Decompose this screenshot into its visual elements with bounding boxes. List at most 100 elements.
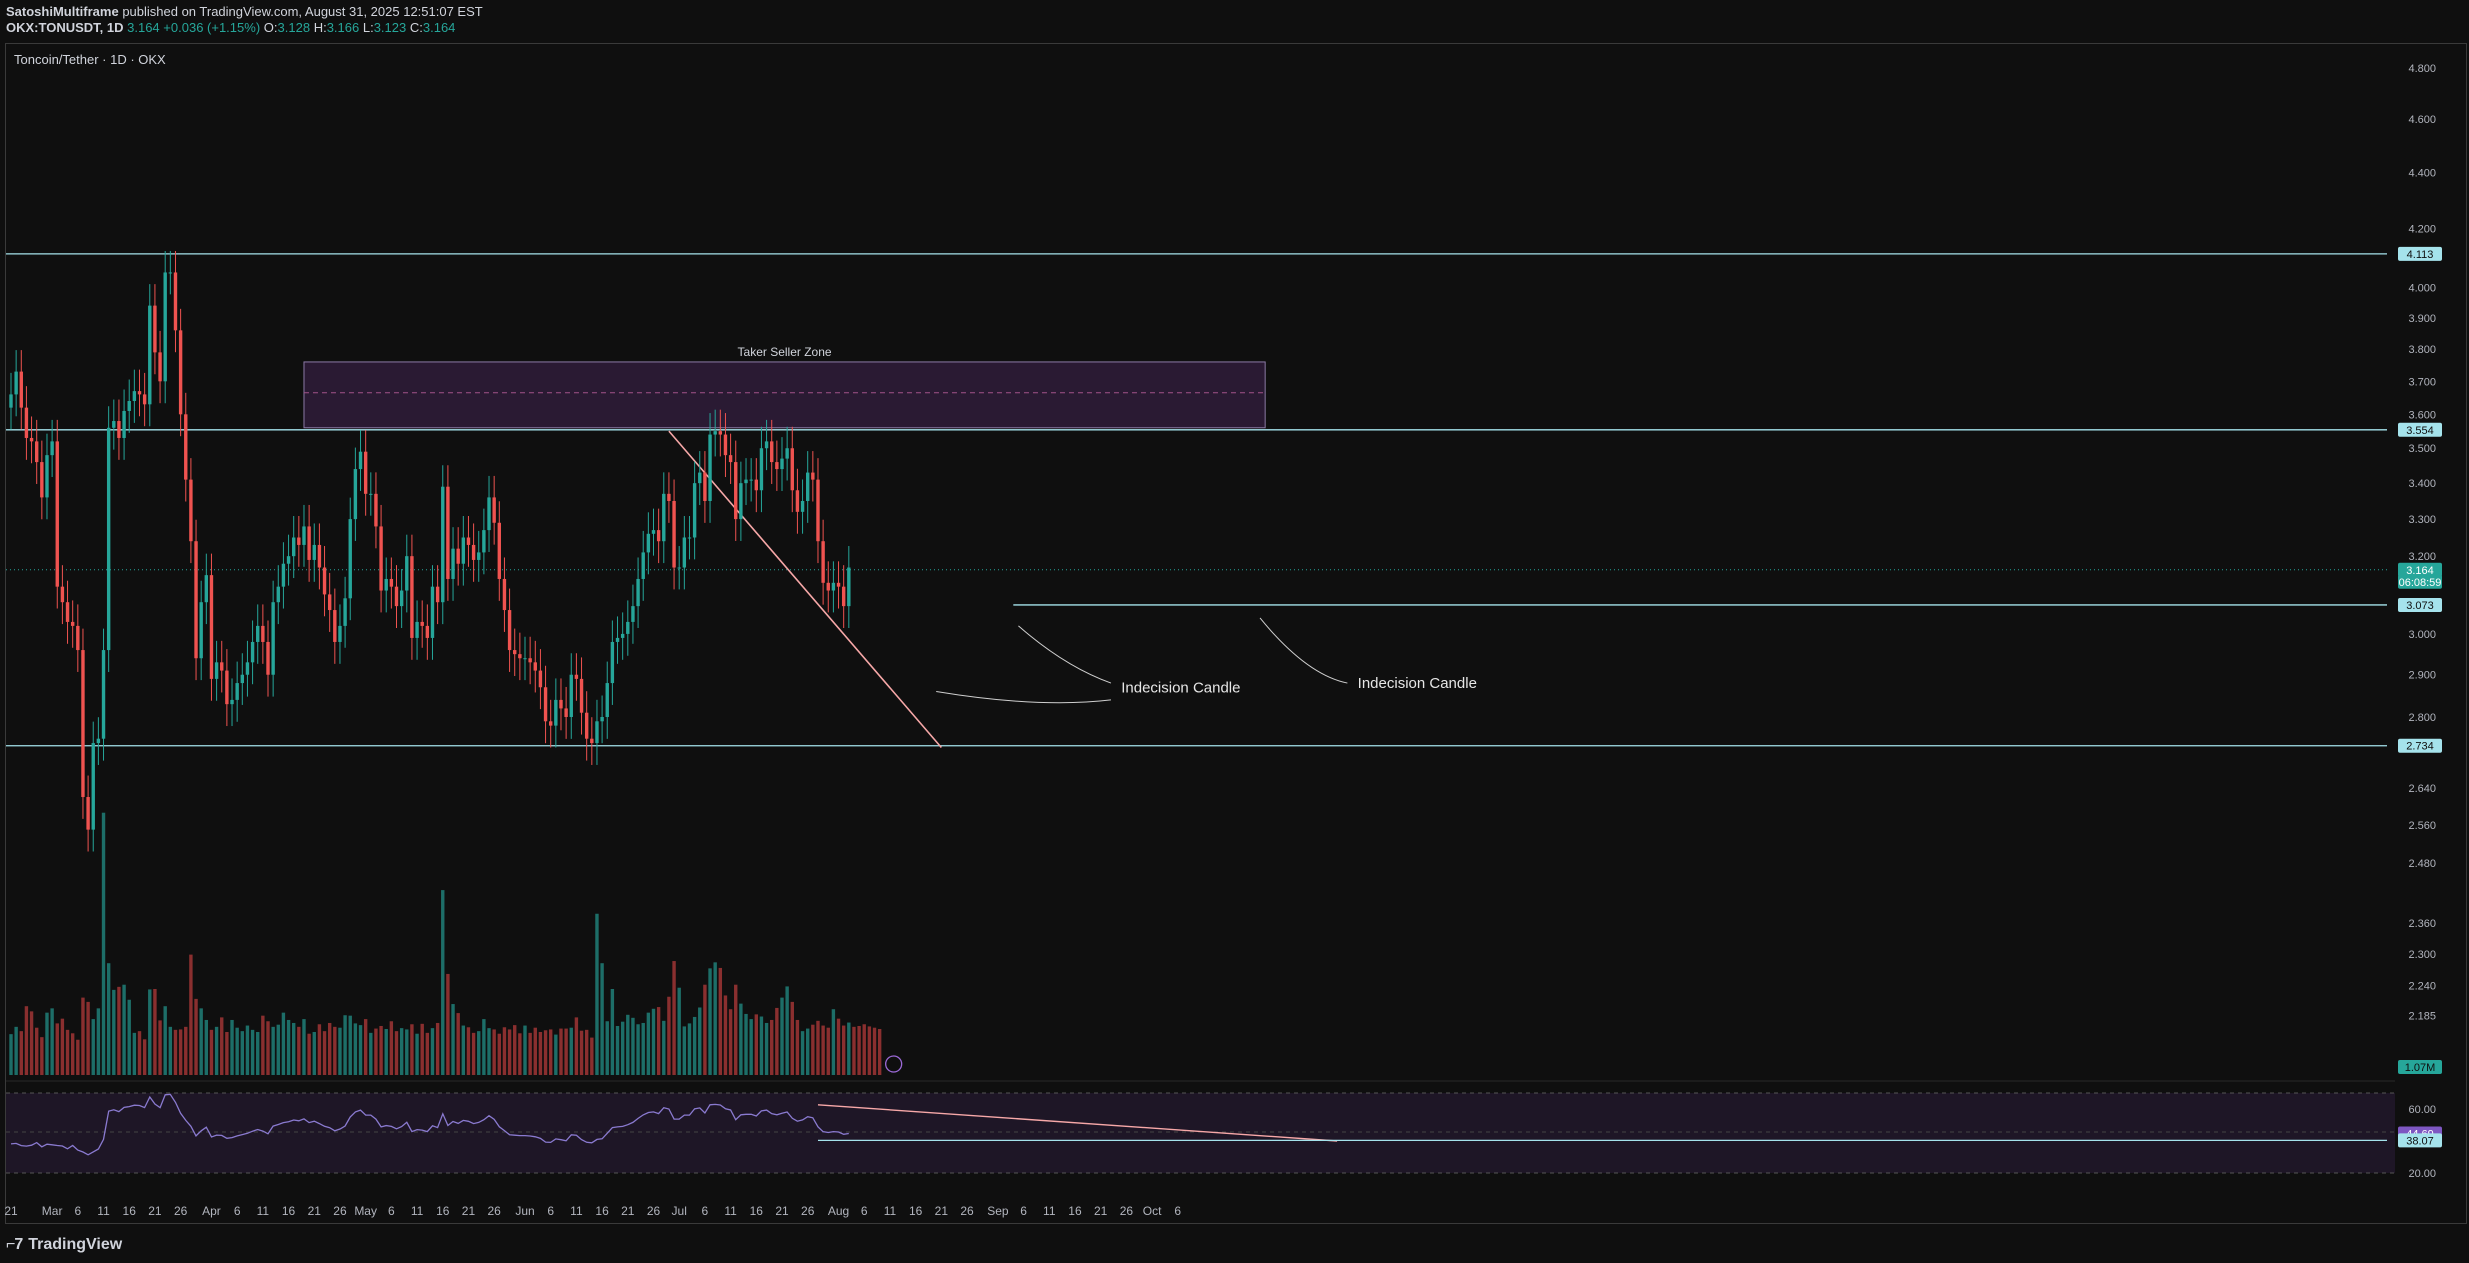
candle-body [764,441,769,449]
chart-canvas[interactable]: Taker Seller Zone Indecision Candle Indeci… [0,0,2469,1263]
candle-body [579,678,584,713]
candle-body [523,658,527,660]
candle-body [502,578,507,611]
candle-body [775,462,779,470]
volume-bar [173,1029,178,1075]
volume-bar [209,1029,214,1075]
candle-body [806,472,810,501]
volume-bar [225,1032,229,1075]
volume-bar [425,1032,430,1075]
volume-bar [667,996,671,1075]
volume-bar [353,1023,358,1075]
candle-body [641,552,645,579]
x-tick-label: 26 [174,1204,188,1218]
volume-bar [35,1027,39,1075]
y-tick-label: 4.600 [2408,114,2436,126]
volume-bar [106,963,111,1075]
x-tick-label: Sep [987,1204,1009,1218]
volume-bar [569,1027,573,1075]
volume-bar [826,1027,830,1075]
x-tick-label: Jun [515,1204,534,1218]
candle-body [250,641,255,663]
candle-body [40,462,44,498]
candle-body [286,556,291,564]
candle-body [369,493,373,495]
y-tick-label: 3.800 [2408,344,2436,356]
volume-bar [759,1016,764,1075]
volume-bar [487,1028,491,1075]
candle-body [626,621,630,634]
volume-bar [564,1028,568,1075]
volume-bar [749,1019,753,1075]
volume-bar [631,1017,635,1075]
volume-bar [384,1028,388,1075]
rsi-support-label: 38.07 [2406,1135,2434,1147]
volume-bar [101,812,106,1075]
volume-bar [595,913,599,1075]
candle-body [698,472,702,484]
volume-bar [45,1012,49,1075]
candle-body [420,621,424,626]
candle-body [559,699,563,709]
candle-body [754,479,758,491]
candle-body [204,575,209,603]
volume-bar [785,986,789,1075]
candle-body [770,441,774,463]
y-tick-label: 3.700 [2408,376,2436,388]
candle-body [45,455,49,498]
candle-body [430,586,435,638]
x-tick-label: 26 [801,1204,815,1218]
volume-bar [142,1039,147,1075]
tradingview-brand: ⌐7 TradingView [6,1236,122,1254]
candle-body [435,586,440,603]
candle-body [811,472,815,480]
volume-bar [770,1019,774,1075]
volume-bar [872,1027,877,1075]
volume-bar [358,1025,363,1075]
volume-bar [579,1030,584,1075]
volume-bar [415,1033,419,1075]
candle-body [24,407,29,438]
volume-bar [399,1028,404,1075]
candle-body [394,586,399,607]
volume-bar [790,1001,794,1075]
candle-body [466,537,471,545]
candle-body [492,497,496,523]
candle-body [477,552,481,560]
volume-bar [847,1022,851,1075]
candle-body [620,633,625,638]
x-tick-label: Oct [1143,1204,1162,1218]
volume-bar [363,1019,368,1075]
candle-body [117,421,121,438]
volume-bar [718,967,723,1075]
volume-bar [317,1024,322,1075]
lightning-icon [885,1055,903,1073]
volume-bar [466,1027,471,1075]
tradingview-logo-icon: ⌐7 [6,1236,23,1253]
volume-bar [559,1028,563,1075]
volume-bar [574,1017,579,1075]
candle-body [734,462,738,520]
volume-bar [518,1033,522,1075]
candle-body [55,441,59,587]
volume-bar [374,1028,378,1075]
x-tick-label: 26 [487,1204,501,1218]
volume-bar [723,995,728,1075]
volume-bar [322,1031,327,1075]
volume-bar [636,1024,640,1075]
x-tick-label: 21 [148,1204,162,1218]
x-tick-label: 11 [1043,1204,1056,1218]
candle-body [636,578,640,607]
x-tick-label: 11 [570,1204,583,1218]
x-tick-label: 26 [1120,1204,1134,1218]
volume-bar [656,1007,661,1075]
y-tick-label: 2.360 [2408,918,2436,930]
candle-body [728,455,733,463]
candle-body [410,556,414,638]
volume-bar [55,1023,59,1075]
candle-body [584,712,589,739]
volume-bar [507,1029,512,1075]
candle-body [595,721,599,744]
candle-body [358,451,363,470]
candle-body [816,479,820,542]
